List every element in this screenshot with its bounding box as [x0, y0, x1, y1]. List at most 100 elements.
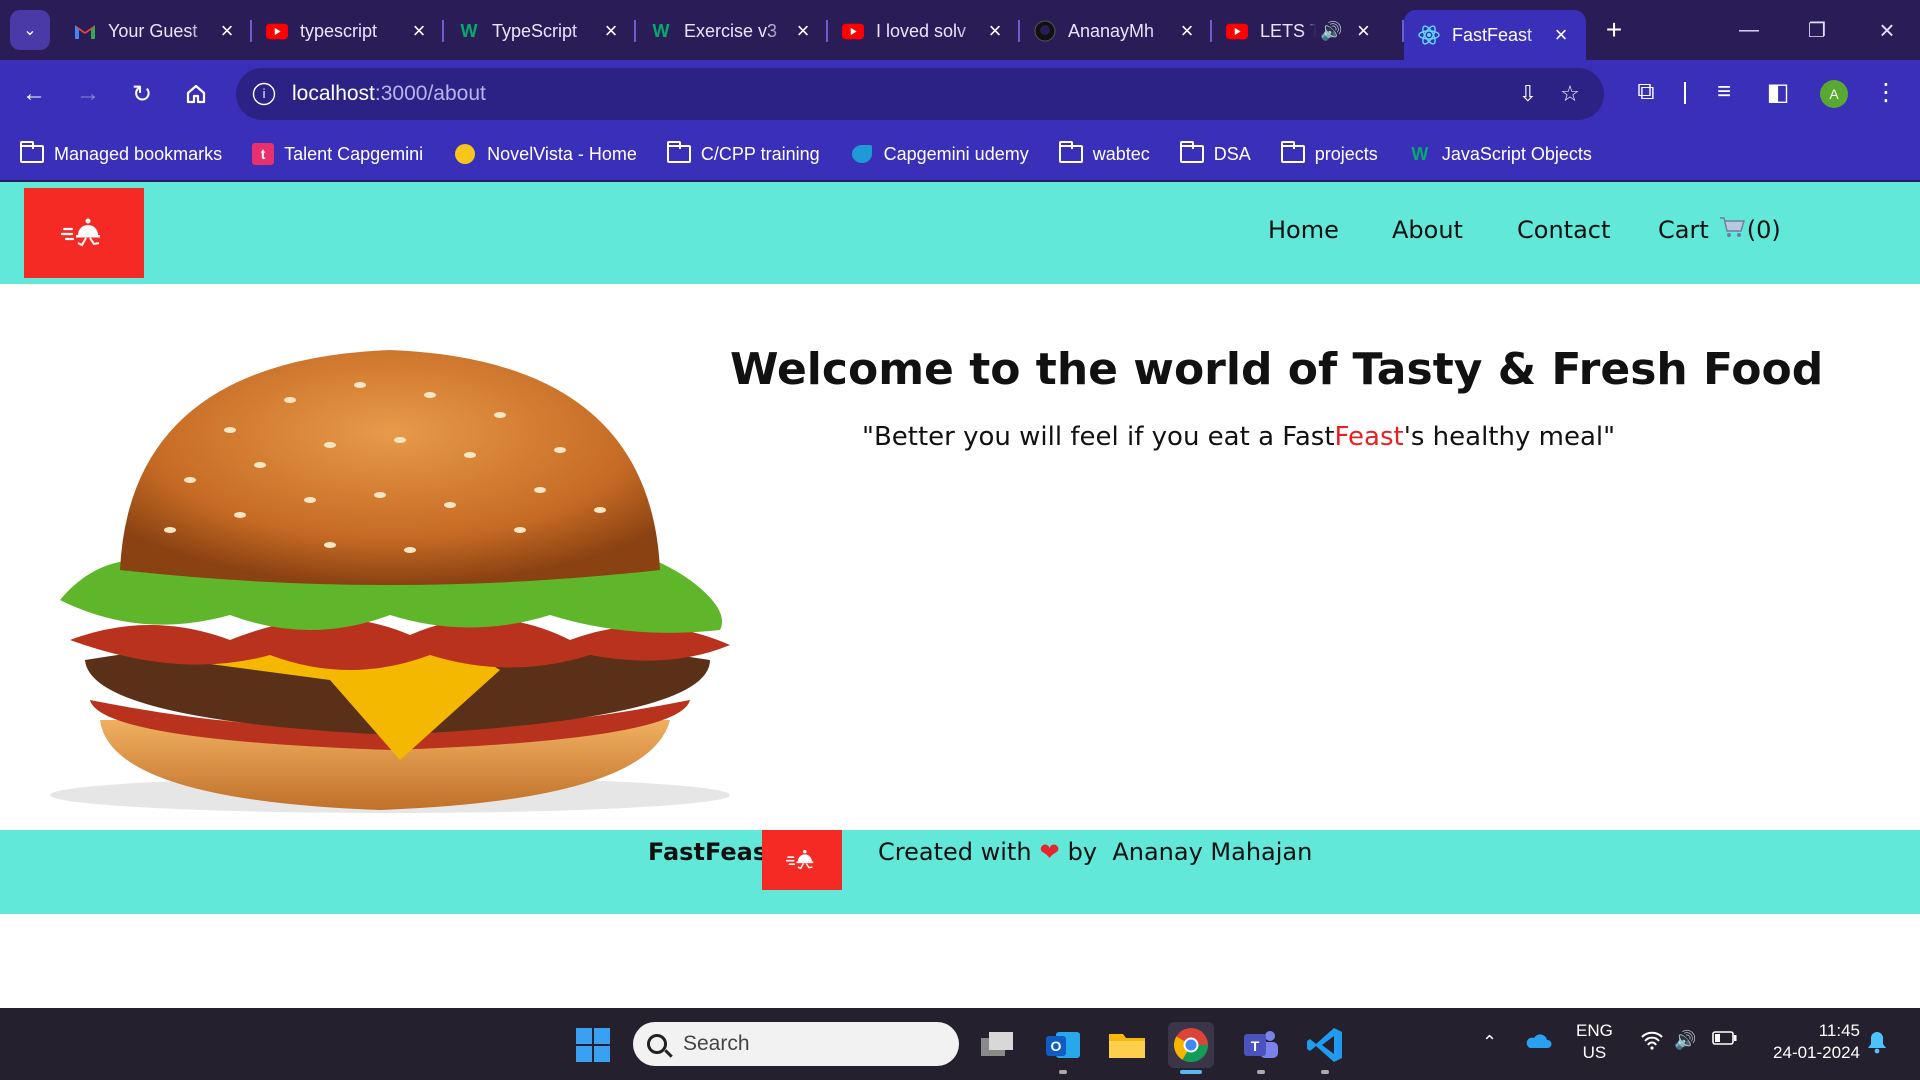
forward-arrow-icon[interactable]: → — [68, 74, 108, 114]
tab-w3schools-typescript[interactable]: W TypeScript × — [444, 8, 636, 54]
tab-title: AnanayMh — [1068, 20, 1155, 41]
bookmark-label: Capgemini udemy — [883, 143, 1029, 164]
volume-icon[interactable]: 🔊 — [1674, 1030, 1696, 1051]
youtube-icon — [266, 20, 288, 42]
close-window-icon[interactable]: × — [1852, 0, 1920, 60]
clock-date: 24-01-2024 — [1773, 1043, 1860, 1062]
tab-title: Exercise v3 — [684, 20, 778, 41]
by-label: by — [1067, 838, 1098, 866]
browser-tab-strip: ⌄ Your Guest × typescript × W TypeScript… — [0, 0, 1920, 60]
bookmark-label: Managed bookmarks — [54, 143, 223, 164]
tab-close-icon[interactable]: × — [600, 18, 622, 44]
install-app-icon[interactable]: ⇩ — [1512, 78, 1544, 110]
reading-list-icon[interactable]: ≡ — [1706, 74, 1742, 110]
task-view-icon[interactable] — [974, 1022, 1020, 1068]
bookmark-label: DSA — [1213, 143, 1251, 164]
bookmark-label: JavaScript Objects — [1441, 143, 1592, 164]
teams-icon[interactable]: T — [1238, 1022, 1284, 1074]
vscode-icon[interactable] — [1302, 1022, 1348, 1074]
tab-close-icon[interactable]: × — [1352, 18, 1374, 44]
bookmark-label: C/CPP training — [700, 143, 820, 164]
onedrive-icon[interactable] — [1524, 1032, 1552, 1055]
footer-credit: Created with ❤ by Ananay Mahajan — [878, 838, 1312, 866]
bookmark-dsa[interactable]: DSA — [1179, 141, 1251, 165]
nav-about-link[interactable]: About — [1392, 216, 1463, 244]
folder-icon — [1058, 141, 1083, 165]
bookmarks-bar: Managed bookmarks t Talent Capgemini Nov… — [0, 128, 1920, 180]
windows-start-icon[interactable] — [570, 1022, 616, 1068]
tab-youtube-lets[interactable]: LETS TA 🔊 × — [1212, 8, 1404, 54]
tab-w3schools-exercise[interactable]: W Exercise v3 × — [636, 8, 828, 54]
tab-title: Your Guest — [108, 20, 198, 41]
managed-folder-icon — [20, 141, 44, 165]
tab-close-icon[interactable]: × — [1176, 18, 1198, 44]
tab-close-icon[interactable]: × — [216, 18, 238, 44]
minimize-icon[interactable]: — — [1714, 0, 1784, 60]
show-hidden-icons-chevron-icon[interactable]: ⌃ — [1482, 1032, 1497, 1053]
bookmark-novelvista[interactable]: NovelVista - Home — [453, 143, 637, 165]
tab-github[interactable]: AnanayMh × — [1020, 8, 1212, 54]
bookmark-star-icon[interactable]: ☆ — [1554, 78, 1586, 110]
bookmark-managed[interactable]: Managed bookmarks — [20, 141, 223, 165]
brand-highlight: Feast — [1334, 422, 1404, 452]
nav-cart-link[interactable]: Cart (0) — [1658, 216, 1781, 244]
bookmark-projects[interactable]: projects — [1280, 141, 1378, 165]
file-explorer-icon[interactable] — [1104, 1022, 1150, 1068]
site-logo[interactable] — [24, 188, 144, 278]
side-panel-icon[interactable]: ◧ — [1760, 74, 1796, 110]
taskbar-search-box[interactable]: Search — [633, 1022, 959, 1066]
tab-youtube-loved[interactable]: I loved solv × — [828, 8, 1020, 54]
hero-title: Welcome to the world of Tasty & Fresh Fo… — [730, 344, 1824, 395]
wifi-icon[interactable] — [1640, 1030, 1664, 1055]
toolbar-divider — [1684, 82, 1686, 104]
tab-search-button[interactable]: ⌄ — [10, 10, 50, 50]
audio-playing-icon[interactable]: 🔊 — [1320, 21, 1342, 42]
extensions-icon[interactable]: ⧉ — [1628, 74, 1664, 110]
bookmark-javascript-objects[interactable]: W JavaScript Objects — [1408, 143, 1592, 165]
windows-taskbar: Search O T ⌃ ENG US 🔊 11:45 24-01-2024 — [0, 1008, 1920, 1080]
tab-title: typescript — [300, 20, 378, 41]
tab-fastfeast-active[interactable]: FastFeast × — [1404, 10, 1586, 60]
tab-title: I loved solv — [876, 20, 967, 41]
language-code: ENG — [1576, 1021, 1613, 1040]
w3schools-icon: W — [460, 20, 478, 41]
tab-close-icon[interactable]: × — [1550, 22, 1572, 48]
notification-bell-icon[interactable] — [1866, 1030, 1888, 1059]
restore-icon[interactable]: ❐ — [1782, 0, 1852, 60]
author-name: Ananay Mahajan — [1112, 838, 1313, 866]
reload-icon[interactable]: ↻ — [122, 74, 162, 114]
url-text[interactable]: localhost:3000/about — [292, 82, 486, 106]
w3schools-icon: W — [1411, 143, 1429, 164]
tab-title: FastFeast — [1452, 24, 1533, 45]
new-tab-button[interactable]: + — [1594, 14, 1634, 46]
tab-close-icon[interactable]: × — [792, 18, 814, 44]
tab-title: TypeScript — [492, 20, 578, 41]
chrome-icon[interactable] — [1168, 1022, 1214, 1074]
tab-close-icon[interactable]: × — [984, 18, 1006, 44]
bookmark-talent-capgemini[interactable]: t Talent Capgemini — [252, 143, 423, 165]
bookmark-capgemini-udemy[interactable]: Capgemini udemy — [850, 143, 1029, 165]
clock[interactable]: 11:45 24-01-2024 — [1760, 1020, 1860, 1064]
nav-home-link[interactable]: Home — [1268, 216, 1339, 244]
outlook-icon[interactable]: O — [1040, 1022, 1086, 1074]
home-icon[interactable] — [176, 74, 216, 114]
tab-close-icon[interactable]: × — [408, 18, 430, 44]
language-indicator[interactable]: ENG US — [1576, 1020, 1613, 1064]
site-info-icon[interactable]: i — [252, 82, 276, 106]
address-bar[interactable]: i localhost:3000/about ⇩ ☆ — [236, 68, 1604, 120]
bookmark-c-cpp-training[interactable]: C/CPP training — [666, 141, 820, 165]
tab-gmail[interactable]: Your Guest × — [60, 8, 252, 54]
site-footer: FastFeast Created with ❤ by Ananay Mahajan — [0, 830, 1920, 914]
nav-contact-link[interactable]: Contact — [1517, 216, 1610, 244]
react-icon — [1418, 24, 1440, 46]
menu-kebab-icon[interactable]: ⋮ — [1868, 74, 1904, 110]
svg-text:T: T — [1251, 1038, 1260, 1054]
folder-icon — [1179, 141, 1204, 165]
back-arrow-icon[interactable]: ← — [14, 74, 54, 114]
tab-youtube-typescript[interactable]: typescript × — [252, 8, 444, 54]
youtube-icon — [842, 20, 864, 42]
bookmark-wabtec[interactable]: wabtec — [1058, 141, 1150, 165]
battery-icon[interactable] — [1712, 1030, 1738, 1051]
bookmark-label: Talent Capgemini — [284, 143, 424, 164]
profile-avatar[interactable]: A — [1820, 80, 1848, 108]
